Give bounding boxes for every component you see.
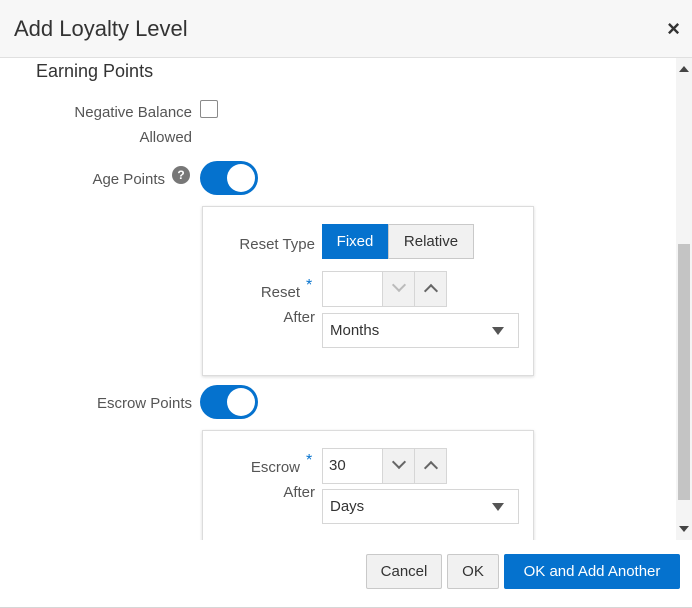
increment-button[interactable]: [414, 271, 447, 307]
cancel-button[interactable]: Cancel: [366, 554, 442, 589]
reset-after-label-line1: Reset: [260, 284, 300, 301]
reset-type-relative-button[interactable]: Relative: [388, 224, 474, 259]
chevron-up-icon: [423, 283, 439, 299]
escrow-after-unit-select[interactable]: Days: [322, 489, 519, 524]
add-loyalty-level-dialog: Add Loyalty Level × Earning Points Negat…: [0, 0, 692, 608]
reset-type-fixed-button[interactable]: Fixed: [322, 224, 388, 259]
increment-button[interactable]: [414, 448, 447, 484]
escrow-after-unit-value: Days: [330, 498, 365, 515]
dialog-title: Add Loyalty Level: [14, 16, 188, 41]
scroll-up-icon[interactable]: [679, 66, 689, 72]
escrow-after-label-line2: After: [283, 484, 315, 501]
decrement-button[interactable]: [382, 271, 415, 307]
negative-balance-label-line1: Negative Balance: [74, 104, 192, 121]
escrow-points-toggle[interactable]: [200, 385, 258, 419]
reset-after-unit-value: Months: [330, 322, 380, 339]
scrollbar-thumb[interactable]: [678, 244, 690, 500]
vertical-scrollbar[interactable]: [676, 58, 692, 540]
chevron-up-icon: [423, 460, 439, 476]
age-points-toggle[interactable]: [200, 161, 258, 195]
chevron-down-icon: [391, 277, 407, 293]
dialog-header: Add Loyalty Level ×: [0, 0, 692, 58]
reset-after-label-line2: After: [283, 309, 315, 326]
scroll-down-icon[interactable]: [679, 526, 689, 532]
reset-after-unit-select[interactable]: Months: [322, 313, 519, 348]
age-points-panel: Reset Type Fixed Relative Reset * After …: [202, 206, 534, 376]
toggle-knob: [227, 388, 255, 416]
caret-down-icon: [492, 327, 504, 335]
close-icon[interactable]: ×: [667, 18, 680, 40]
negative-balance-label-line2: Allowed: [139, 129, 192, 146]
dialog-footer: Cancel OK OK and Add Another: [0, 540, 692, 607]
escrow-after-label-line1: Escrow: [250, 459, 300, 476]
negative-balance-checkbox[interactable]: [200, 100, 218, 118]
required-asterisk: *: [306, 452, 313, 469]
toggle-knob: [227, 164, 255, 192]
chevron-down-icon: [391, 454, 407, 470]
escrow-points-panel: Escrow * After 30 Days: [202, 430, 534, 540]
reset-type-label: Reset Type: [239, 236, 315, 253]
escrow-after-number-input[interactable]: 30: [322, 448, 383, 484]
ok-button[interactable]: OK: [447, 554, 499, 589]
decrement-button[interactable]: [382, 448, 415, 484]
required-asterisk: *: [306, 277, 313, 294]
reset-after-number-input[interactable]: [322, 271, 383, 307]
section-title-earning-points: Earning Points: [36, 61, 154, 81]
dialog-body[interactable]: Earning Points Negative Balance Allowed …: [0, 58, 676, 540]
help-icon[interactable]: ?: [172, 166, 190, 184]
age-points-label: Age Points: [92, 171, 165, 188]
ok-and-add-another-button[interactable]: OK and Add Another: [504, 554, 680, 589]
escrow-points-label: Escrow Points: [96, 395, 192, 412]
caret-down-icon: [492, 503, 504, 511]
